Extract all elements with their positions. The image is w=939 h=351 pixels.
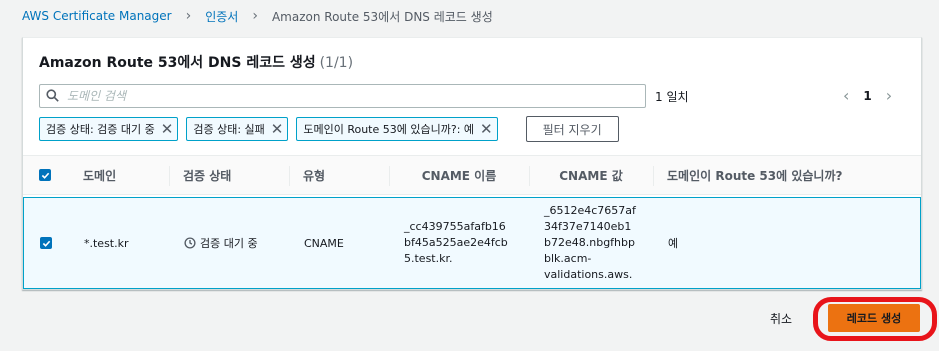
cancel-button[interactable]: 취소 — [770, 310, 792, 327]
column-header-status: 검증 상태 — [169, 156, 289, 194]
pagination: ‹ 1 › — [843, 86, 892, 105]
table-row[interactable]: *.test.kr 검증 대기 중 CNAME _cc439755afafb16… — [23, 197, 921, 289]
filter-token-route53: 도메인이 Route 53에 있습니까?: 예 ✕ — [296, 117, 498, 141]
cname-value-line: _6512e4c7657af — [544, 204, 636, 217]
cname-value-line: blk.acm- — [544, 252, 592, 265]
clear-filters-button[interactable]: 필터 지우기 — [525, 116, 619, 142]
select-all-cell — [23, 156, 69, 194]
column-header-cname-value: CNAME 값 — [529, 156, 653, 194]
filter-token-label: 검증 상태: 실패 — [193, 123, 265, 136]
panel-title: Amazon Route 53에서 DNS 레코드 생성 (1/1) — [39, 52, 353, 72]
filter-tokens: 검증 상태: 검증 대기 중 ✕ 검증 상태: 실패 ✕ 도메인이 Route … — [39, 116, 619, 142]
search-input[interactable] — [65, 88, 645, 104]
chevron-right-icon: › — [252, 8, 258, 24]
select-all-checkbox[interactable] — [39, 169, 51, 181]
close-icon[interactable]: ✕ — [480, 121, 493, 137]
create-records-button[interactable]: 레코드 생성 — [828, 304, 920, 332]
cname-name-line: 5.test.kr. — [404, 252, 453, 265]
clock-icon — [184, 237, 196, 249]
chevron-left-icon[interactable]: ‹ — [843, 86, 849, 105]
current-page[interactable]: 1 — [863, 89, 871, 103]
filter-token-failed: 검증 상태: 실패 ✕ — [186, 117, 289, 141]
match-count: 1 일치 — [655, 90, 689, 104]
status-cell: 검증 대기 중 — [170, 198, 290, 288]
filter-token-pending: 검증 상태: 검증 대기 중 ✕ — [39, 117, 179, 141]
cname-name-line: bf45a525ae2e4fcb — [404, 236, 508, 249]
chevron-right-icon: › — [185, 8, 192, 24]
close-icon[interactable]: ✕ — [161, 121, 174, 137]
close-icon[interactable]: ✕ — [271, 121, 284, 137]
cname-value-line: validations.aws. — [544, 268, 633, 281]
search-box[interactable] — [39, 84, 646, 108]
row-select-cell — [24, 198, 70, 288]
domain-cell: *.test.kr — [84, 236, 129, 250]
status-text: 검증 대기 중 — [200, 237, 258, 250]
filter-token-label: 검증 상태: 검증 대기 중 — [46, 123, 155, 136]
breadcrumb-acm-link[interactable]: AWS Certificate Manager — [22, 9, 172, 23]
table-header: 도메인 검증 상태 유형 CNAME 이름 CNAME 값 도메인이 Route… — [23, 155, 921, 195]
cname-value-cell: _6512e4c7657af 34f37e7140eb1 b72e48.nbgf… — [530, 198, 654, 288]
type-cell: CNAME — [304, 236, 344, 250]
panel-title-text: Amazon Route 53에서 DNS 레코드 생성 — [39, 55, 316, 71]
cname-value-line: b72e48.nbgfhbp — [544, 236, 635, 249]
cname-name-cell: _cc439755afafb16 bf45a525ae2e4fcb 5.test… — [390, 198, 530, 288]
column-header-type: 유형 — [289, 156, 389, 194]
breadcrumb-current: Amazon Route 53에서 DNS 레코드 생성 — [271, 9, 493, 24]
row-checkbox[interactable] — [40, 237, 52, 249]
cname-name-line: _cc439755afafb16 — [404, 220, 506, 233]
in-route53-cell: 예 — [668, 237, 679, 250]
breadcrumb: AWS Certificate Manager › 인증서 › Amazon R… — [22, 6, 493, 26]
search-icon — [46, 87, 59, 106]
column-header-domain: 도메인 — [83, 168, 117, 183]
chevron-right-icon[interactable]: › — [886, 86, 892, 105]
create-records-panel: Amazon Route 53에서 DNS 레코드 생성(1/1) 1 일치 ‹… — [22, 37, 922, 290]
column-header-cname-name: CNAME 이름 — [389, 156, 529, 194]
breadcrumb-certificates-link[interactable]: 인증서 — [205, 8, 238, 25]
filter-token-label: 도메인이 Route 53에 있습니까?: 예 — [303, 123, 475, 136]
column-header-in-route53: 도메인이 Route 53에 있습니까? — [653, 156, 921, 194]
cname-value-line: 34f37e7140eb1 — [544, 220, 632, 233]
selection-count: (1/1) — [319, 55, 354, 71]
